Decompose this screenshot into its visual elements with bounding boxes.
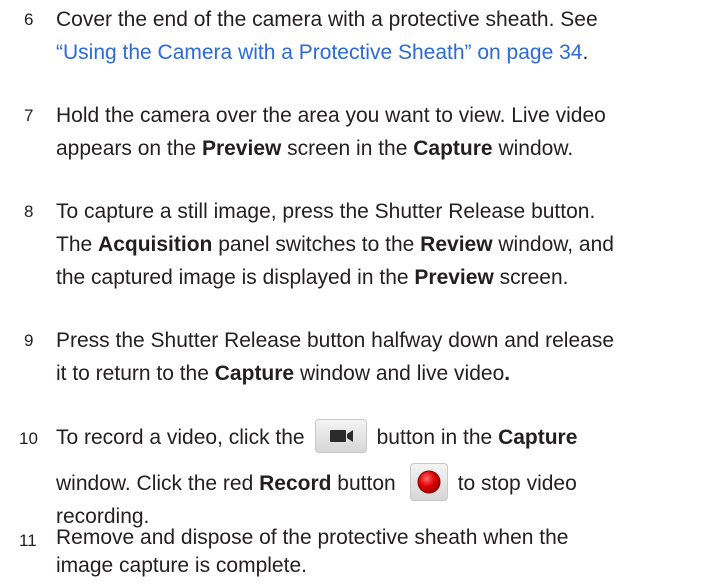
step-text: . bbox=[582, 41, 589, 64]
step-text: Hold the camera over the area you want t… bbox=[56, 104, 606, 127]
step-text: screen. bbox=[493, 266, 569, 289]
step-text: Cover the end of the camera with a prote… bbox=[56, 8, 598, 31]
step-text: window. Click the red bbox=[56, 472, 260, 495]
step-number: 8 bbox=[24, 202, 34, 221]
step-number: 6 bbox=[24, 10, 34, 29]
step-text: button in the bbox=[376, 426, 499, 449]
ui-term-capture: Capture bbox=[214, 362, 295, 385]
instruction-steps: 6 Cover the end of the camera with a pro… bbox=[0, 0, 728, 585]
ui-term-capture: Capture bbox=[498, 426, 578, 449]
step-text: to stop video bbox=[457, 472, 577, 495]
step-text: it to return to the bbox=[56, 362, 215, 385]
step-text: To capture a still image, press the Shut… bbox=[56, 200, 596, 223]
step-text: The bbox=[56, 233, 99, 256]
ui-term-review: Review bbox=[420, 233, 493, 256]
step-number: 7 bbox=[24, 106, 34, 125]
ui-term-record: Record bbox=[259, 472, 332, 495]
step-text: Press the Shutter Release button halfway… bbox=[56, 329, 615, 352]
step-text: image capture is complete. bbox=[56, 554, 307, 577]
step-number: 11 bbox=[19, 531, 37, 550]
ui-term-preview: Preview bbox=[414, 266, 494, 289]
step-text: Remove and dispose of the protective she… bbox=[56, 526, 569, 549]
step-text: window. bbox=[492, 137, 574, 160]
step-text: the captured image is displayed in the bbox=[56, 266, 415, 289]
step-text: appears on the bbox=[56, 137, 202, 160]
step-text: panel switches to the bbox=[212, 233, 421, 256]
ui-term-preview: Preview bbox=[201, 137, 282, 160]
step-number: 10 bbox=[19, 429, 38, 448]
step-text: To record a video, click the bbox=[56, 426, 305, 449]
video-camera-icon bbox=[329, 430, 353, 443]
ui-term-capture: Capture bbox=[413, 137, 493, 160]
step-number: 9 bbox=[24, 331, 34, 350]
step-text: window, and bbox=[492, 233, 614, 256]
step-text: screen in the bbox=[281, 137, 414, 160]
cross-reference-link[interactable]: “Using the Camera with a Protective Shea… bbox=[56, 41, 582, 64]
step-text: button bbox=[331, 472, 396, 495]
record-icon bbox=[417, 470, 441, 494]
video-camera-button[interactable] bbox=[314, 419, 367, 454]
step-text: window and live video bbox=[294, 362, 505, 385]
step-text: . bbox=[504, 362, 511, 385]
record-button[interactable] bbox=[409, 463, 448, 502]
ui-term-acquisition: Acquisition bbox=[98, 233, 213, 256]
